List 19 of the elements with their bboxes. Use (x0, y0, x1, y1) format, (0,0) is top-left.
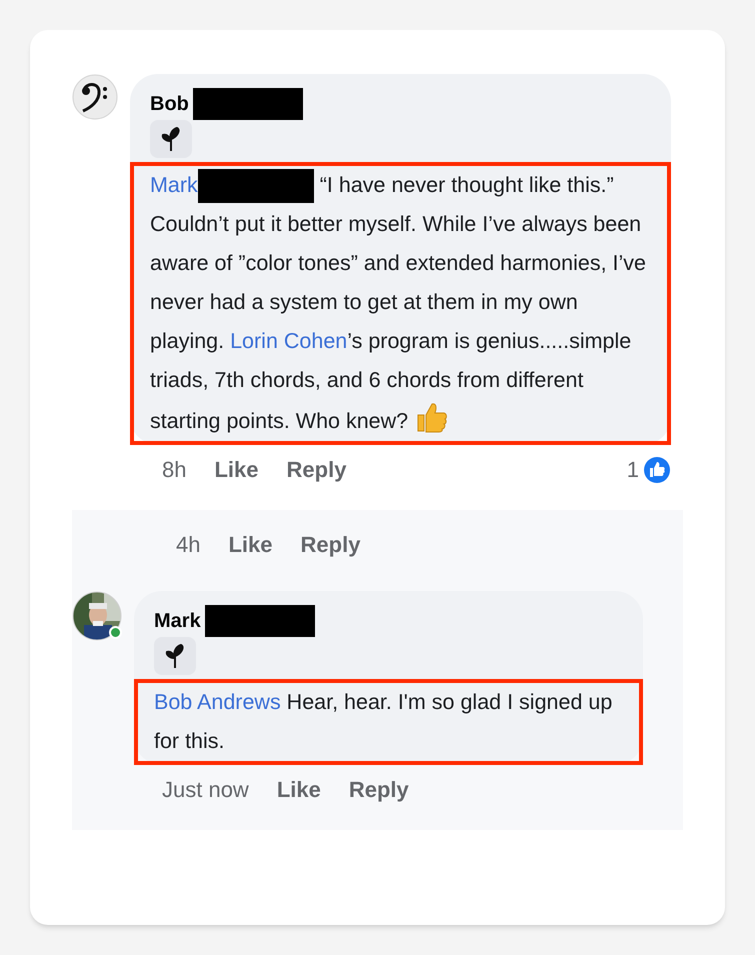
comment-action-link[interactable]: Like (228, 528, 273, 561)
comment-text: Mark “I have never thought like this.” Couldn’t put it better myself. While I’ve always been aware of ”color tones” and extended harmonies, I’ve never had a system to get at them in my own playing. Lorin Cohen’s program is genius.....simple triads, 7th chords, and 6 chords from different starting points. Who knew? (150, 166, 651, 441)
mention-link[interactable]: Bob Andrews (154, 690, 281, 714)
comment-text: Bob Andrews Hear, hear. I'm so glad I signed up for this. (154, 689, 614, 755)
bass-clef-avatar[interactable] (72, 74, 118, 120)
comment-action-link[interactable]: Reply (300, 528, 360, 561)
timestamp: 4h (176, 531, 200, 559)
timestamp: 8h (162, 456, 186, 484)
comment-action-link[interactable]: Like (214, 453, 259, 486)
author-name[interactable]: Bob (150, 89, 189, 119)
comment-action-link[interactable]: Reply (286, 453, 346, 486)
reaction-count: 1 (626, 456, 639, 484)
like-reaction-icon[interactable] (643, 456, 671, 484)
timestamp: Just now (162, 776, 249, 804)
mention-link[interactable]: Lorin Cohen (230, 329, 348, 353)
comment-action-link[interactable]: Like (276, 773, 321, 806)
author-name[interactable]: Mark (154, 606, 201, 636)
mention-link[interactable]: Mark (150, 173, 198, 197)
comment-action-link[interactable]: Reply (348, 773, 409, 806)
